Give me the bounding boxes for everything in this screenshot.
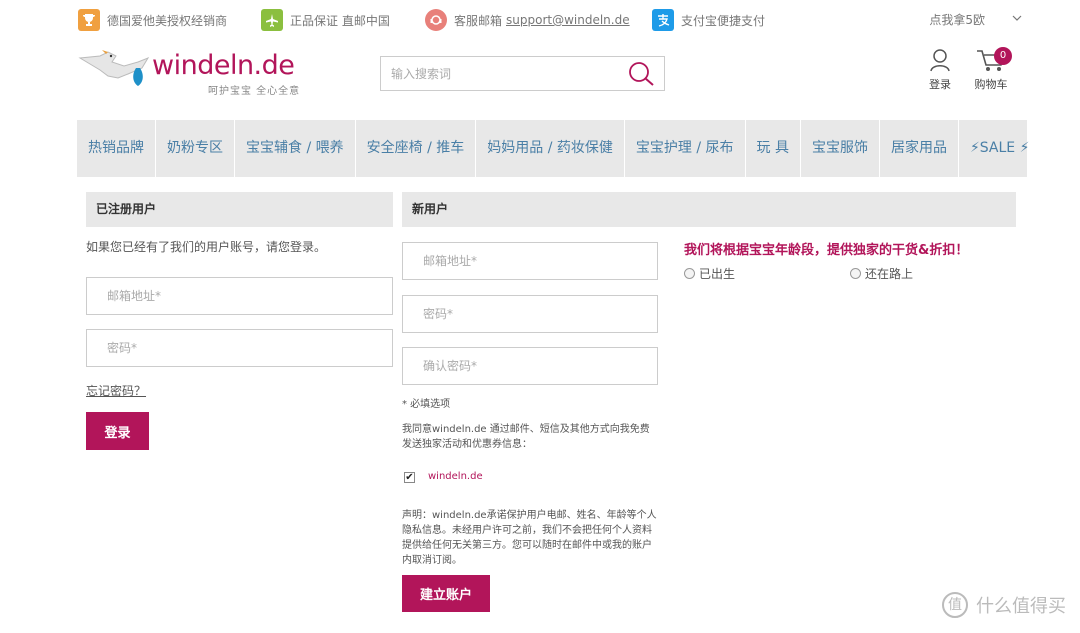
logo-wordmark: windeln.de (152, 50, 295, 81)
newsletter-checkbox[interactable]: ✔ (404, 472, 415, 483)
search-box (380, 56, 665, 91)
cart-count-badge: 0 (994, 47, 1012, 65)
headset-icon (425, 9, 447, 31)
stork-logo-icon (78, 50, 150, 86)
nav-item-baby-food[interactable]: 宝宝辅食 / 喂养 (235, 120, 356, 177)
topbar-text-alipay: 支付宝便捷支付 (681, 13, 766, 28)
topbar-text-authentic: 正品保证 直邮中国 (290, 13, 390, 28)
search-input[interactable] (381, 57, 601, 90)
cart-button[interactable]: 0 购物车 (966, 47, 1016, 92)
user-icon (930, 49, 950, 72)
registered-intro-text: 如果您已经有了我们的用户账号，请您登录。 (86, 240, 327, 254)
nav-item-toys[interactable]: 玩 具 (746, 120, 801, 177)
login-password-field[interactable] (87, 330, 392, 366)
top-info-bar: 德国爱他美授权经销商 正品保证 直邮中国 客服邮箱 support@windel… (0, 0, 1080, 40)
main-nav: 热销品牌 奶粉专区 宝宝辅食 / 喂养 安全座椅 / 推车 妈妈用品 / 药妆保… (77, 120, 1029, 177)
login-password-field-wrapper (86, 329, 393, 367)
privacy-disclaimer: 声明：windeln.de承诺保护用户电邮、姓名、年龄等个人隐私信息。未经用户许… (402, 510, 657, 566)
register-email-field-wrapper (402, 242, 658, 280)
consent-text: 我同意windeln.de 通过邮件、短信及其他方式向我免费发送独家活动和优惠券… (402, 424, 650, 450)
register-email-field[interactable] (403, 243, 657, 279)
nav-item-baby-clothes[interactable]: 宝宝服饰 (801, 120, 880, 177)
topbar-item-support: 客服邮箱 support@windeln.de (425, 8, 630, 32)
radio-born[interactable]: 已出生 (684, 265, 735, 282)
login-email-field-wrapper (86, 277, 393, 315)
nav-item-baby-care[interactable]: 宝宝护理 / 尿布 (625, 120, 746, 177)
watermark-badge: 值 (942, 592, 968, 618)
chevron-down-icon[interactable] (1012, 13, 1022, 23)
plane-icon (261, 9, 283, 31)
watermark: 值 什么值得买 (942, 592, 1066, 618)
register-confirm-password-field[interactable] (403, 348, 657, 384)
register-confirm-field-wrapper (402, 347, 658, 385)
nav-item-hot-brands[interactable]: 热销品牌 (77, 120, 156, 177)
radio-expecting-label: 还在路上 (865, 267, 914, 281)
radio-circle-icon[interactable] (684, 268, 695, 279)
alipay-icon (652, 9, 674, 31)
baby-stage-promo: 我们将根据宝宝年龄段，提供独家的干货&折扣！ (684, 243, 969, 258)
site-logo[interactable]: windeln.de 呵护宝宝 全心全意 (78, 46, 318, 97)
topbar-item-distributor: 德国爱他美授权经销商 (78, 8, 227, 32)
cart-label: 购物车 (974, 78, 1008, 91)
radio-born-label: 已出生 (699, 267, 736, 281)
create-account-button[interactable]: 建立账户 (402, 575, 490, 612)
watermark-text: 什么值得买 (976, 596, 1066, 617)
registered-user-heading: 已注册用户 (86, 192, 393, 227)
support-email-link[interactable]: support@windeln.de (506, 13, 630, 27)
required-note: * 必填选项 (402, 399, 451, 410)
logo-tagline: 呵护宝宝 全心全意 (208, 86, 301, 97)
trophy-icon (78, 9, 100, 31)
nav-item-formula[interactable]: 奶粉专区 (156, 120, 235, 177)
register-password-field-wrapper (402, 295, 658, 333)
forgot-password-link[interactable]: 忘记密码？ (86, 382, 146, 399)
search-icon[interactable] (626, 60, 656, 88)
new-user-heading: 新用户 (402, 192, 1016, 227)
topbar-item-authentic: 正品保证 直邮中国 (261, 8, 390, 32)
nav-item-car-seats[interactable]: 安全座椅 / 推车 (356, 120, 477, 177)
register-password-field[interactable] (403, 296, 657, 332)
nav-item-mom-products[interactable]: 妈妈用品 / 药妆保健 (476, 120, 625, 177)
nav-item-home[interactable]: 居家用品 (880, 120, 959, 177)
login-label: 登录 (929, 78, 951, 91)
radio-circle-icon[interactable] (850, 268, 861, 279)
topbar-text-distributor: 德国爱他美授权经销商 (107, 13, 228, 28)
topbar-item-alipay: 支付宝便捷支付 (652, 8, 765, 32)
newsletter-logo: windeln.de (428, 471, 483, 482)
region-selector[interactable]: 点我拿5欧 (929, 11, 985, 28)
login-submit-button[interactable]: 登录 (86, 412, 149, 450)
login-email-field[interactable] (87, 278, 392, 314)
topbar-text-support: 客服邮箱 (454, 13, 503, 28)
radio-expecting[interactable]: 还在路上 (850, 265, 913, 282)
nav-item-sale[interactable]: ⚡SALE ⚡ (959, 120, 1040, 177)
login-button[interactable]: 登录 (915, 48, 965, 92)
